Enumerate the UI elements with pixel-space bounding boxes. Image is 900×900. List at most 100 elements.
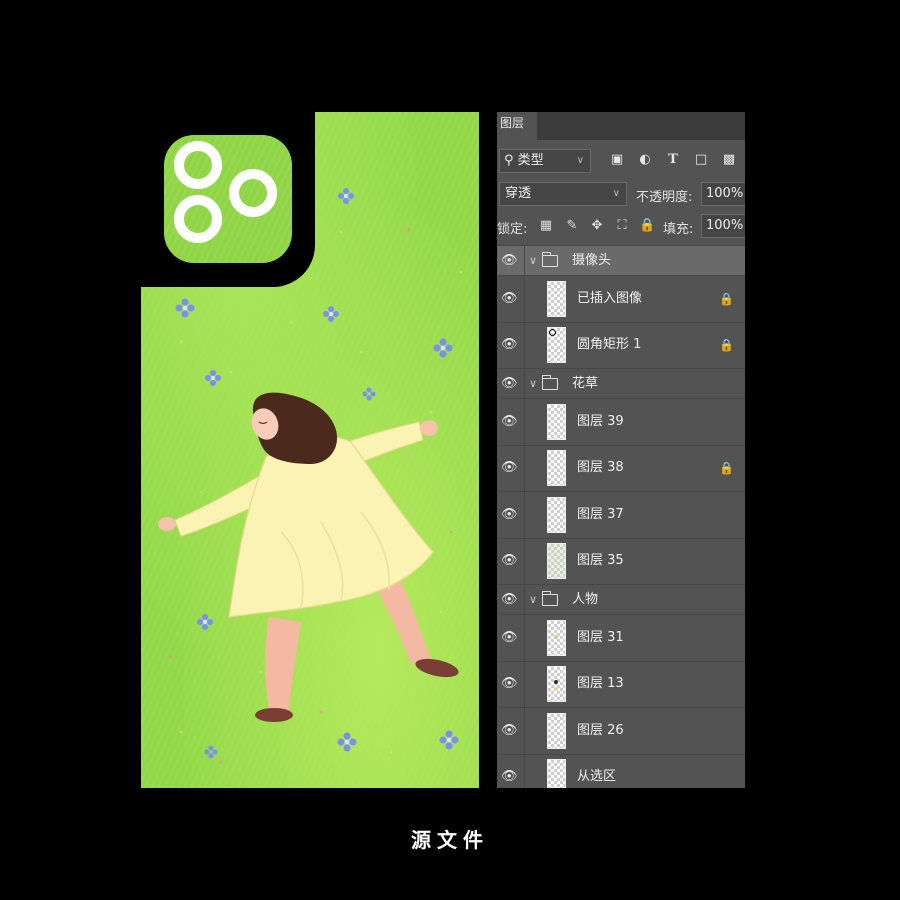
layer-row[interactable]: 👁 图层 39 xyxy=(497,398,745,445)
lock-artboard-icon[interactable]: ⛶ xyxy=(614,218,630,234)
chevron-down-icon: ∨ xyxy=(612,188,620,199)
layer-row[interactable]: 👁 从选区 xyxy=(497,753,745,788)
layer-name: 已插入图像 xyxy=(577,290,643,306)
layer-thumbnail xyxy=(547,327,566,364)
lock-row: 锁定: ▦ ✎ ✥ ⛶ 🔒 填充: 100% xyxy=(497,212,745,242)
visibility-eye-icon[interactable]: 👁 xyxy=(501,592,518,608)
visibility-eye-icon[interactable]: 👁 xyxy=(501,376,518,392)
layer-row[interactable]: 👁 图层 13 xyxy=(497,660,745,707)
layer-name: 图层 38 xyxy=(577,460,624,476)
blend-mode-dropdown[interactable]: 穿透 ∨ xyxy=(499,182,627,206)
phone-case-artwork xyxy=(141,112,479,788)
chevron-down-icon[interactable]: ∨ xyxy=(529,253,537,269)
layer-name: 图层 35 xyxy=(577,553,624,569)
camera-lens-icon xyxy=(174,195,222,243)
caption-text: 源文件 xyxy=(411,828,489,852)
blend-mode-value: 穿透 xyxy=(505,186,532,201)
lock-icon: 🔒 xyxy=(719,338,734,353)
adjustment-icon[interactable]: ◐ xyxy=(637,152,653,168)
chevron-down-icon[interactable]: ∨ xyxy=(529,376,537,392)
visibility-eye-icon[interactable]: 👁 xyxy=(501,337,518,353)
layer-thumbnail xyxy=(547,712,566,749)
layer-name: 人物 xyxy=(572,591,599,607)
blend-row: 穿透 ∨ 不透明度: 100% xyxy=(497,180,745,210)
camera-module xyxy=(141,112,315,287)
girl-figure xyxy=(158,392,459,722)
smart-object-icon[interactable]: ▩ xyxy=(721,152,737,168)
visibility-eye-icon[interactable]: 👁 xyxy=(501,769,518,785)
chevron-down-icon: ∨ xyxy=(576,155,584,166)
image-icon[interactable]: ▣ xyxy=(609,152,625,168)
layer-row[interactable]: 👁 圆角矩形 1 🔒 xyxy=(497,321,745,368)
layer-thumbnail xyxy=(547,450,566,487)
lock-label: 锁定: xyxy=(497,222,528,237)
layer-thumbnail xyxy=(547,496,566,533)
visibility-eye-icon[interactable]: 👁 xyxy=(501,630,518,646)
layer-name: 图层 26 xyxy=(577,722,624,738)
divider xyxy=(524,399,525,445)
visibility-eye-icon[interactable]: 👁 xyxy=(501,507,518,523)
lock-brush-icon[interactable]: ✎ xyxy=(564,218,580,234)
layer-group-character[interactable]: 👁 ∨ 人物 xyxy=(497,584,745,614)
layer-name: 图层 37 xyxy=(577,506,624,522)
folder-icon xyxy=(541,590,558,606)
layer-thumbnail xyxy=(547,543,566,580)
lock-all-icon[interactable]: 🔒 xyxy=(639,218,655,234)
layers-panel: 图层 ⚲ 类型 ∨ ▣ ◐ T □ ▩ 穿透 ∨ 不透明度: 100% 锁定: … xyxy=(497,112,745,788)
camera-lens-icon xyxy=(174,141,222,189)
lock-transparent-icon[interactable]: ▦ xyxy=(538,218,554,234)
layer-name: 圆角矩形 1 xyxy=(577,337,642,353)
layer-row[interactable]: 👁 已插入图像 🔒 xyxy=(497,275,745,322)
layer-list: 👁 ∨ 摄像头 👁 已插入图像 🔒 👁 圆角矩形 1 🔒 👁 ∨ 花草 👁 图层… xyxy=(497,245,745,788)
folder-icon xyxy=(541,251,558,267)
visibility-eye-icon[interactable]: 👁 xyxy=(501,676,518,692)
layer-thumbnail xyxy=(547,280,566,317)
layer-thumbnail xyxy=(547,666,566,703)
layer-name: 摄像头 xyxy=(572,252,612,268)
opacity-input[interactable]: 100% xyxy=(701,182,745,206)
layer-group-flowers[interactable]: 👁 ∨ 花草 xyxy=(497,368,745,398)
visibility-eye-icon[interactable]: 👁 xyxy=(501,553,518,569)
opacity-label: 不透明度: xyxy=(636,190,693,205)
divider xyxy=(524,369,525,398)
layer-filter-dropdown[interactable]: ⚲ 类型 ∨ xyxy=(499,149,591,173)
visibility-eye-icon[interactable]: 👁 xyxy=(501,414,518,430)
divider xyxy=(524,445,525,491)
layer-name: 图层 13 xyxy=(577,676,624,692)
chevron-down-icon[interactable]: ∨ xyxy=(529,592,537,608)
visibility-eye-icon[interactable]: 👁 xyxy=(501,460,518,476)
layer-row[interactable]: 👁 图层 26 xyxy=(497,707,745,754)
divider xyxy=(524,585,525,614)
visibility-eye-icon[interactable]: 👁 xyxy=(501,723,518,739)
layer-name: 花草 xyxy=(572,375,599,391)
divider xyxy=(524,322,525,368)
search-icon: ⚲ xyxy=(504,153,514,168)
tab-layers[interactable]: 图层 xyxy=(497,112,537,140)
layer-group-camera[interactable]: 👁 ∨ 摄像头 xyxy=(497,245,745,275)
fill-input[interactable]: 100% xyxy=(701,214,745,238)
filter-row: ⚲ 类型 ∨ ▣ ◐ T □ ▩ xyxy=(497,147,745,177)
camera-lens-icon xyxy=(229,169,277,217)
layer-row[interactable]: 👁 图层 38 🔒 xyxy=(497,444,745,491)
layer-name: 从选区 xyxy=(577,769,617,785)
layer-thumbnail xyxy=(547,403,566,440)
visibility-eye-icon[interactable]: 👁 xyxy=(501,253,518,269)
folder-icon xyxy=(541,374,558,390)
layer-row[interactable]: 👁 图层 31 xyxy=(497,614,745,661)
visibility-eye-icon[interactable]: 👁 xyxy=(501,291,518,307)
lock-icon: 🔒 xyxy=(719,461,734,476)
shape-icon[interactable]: □ xyxy=(693,152,709,168)
type-icon[interactable]: T xyxy=(665,152,681,168)
lock-move-icon[interactable]: ✥ xyxy=(589,218,605,234)
divider xyxy=(524,708,525,754)
layer-thumbnail xyxy=(547,619,566,656)
layer-row[interactable]: 👁 图层 37 xyxy=(497,491,745,538)
layer-thumbnail xyxy=(547,759,566,788)
divider xyxy=(524,661,525,707)
divider xyxy=(524,754,525,788)
layer-name: 图层 31 xyxy=(577,629,624,645)
panel-tab-bar: 图层 xyxy=(497,112,745,140)
lock-icon: 🔒 xyxy=(719,291,734,306)
divider xyxy=(524,615,525,661)
layer-row[interactable]: 👁 图层 35 xyxy=(497,537,745,584)
